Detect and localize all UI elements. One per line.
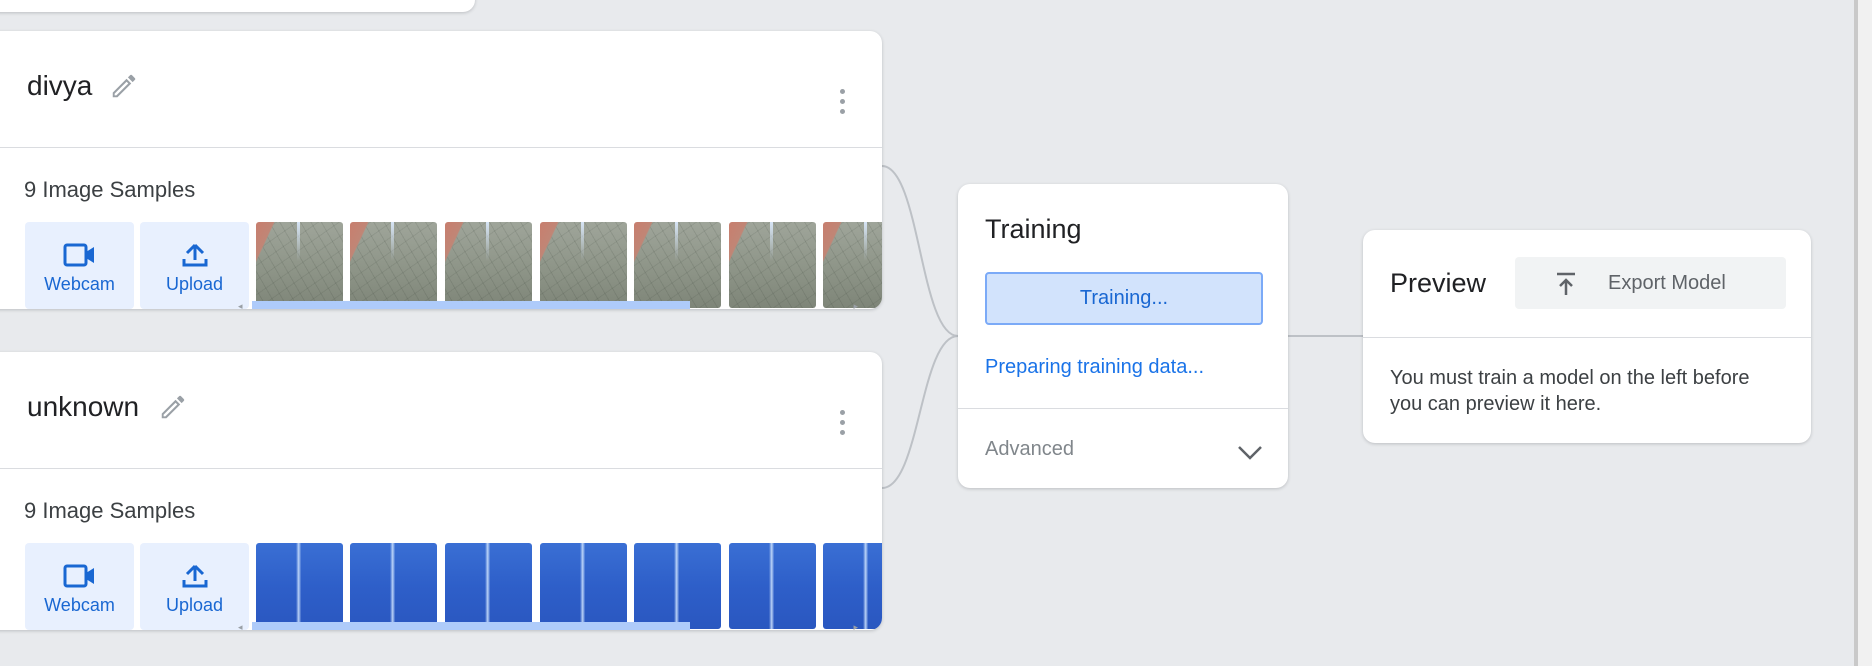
class-card-divya: divya 9 Image Samples Webcam Upload ◂ ▸ (0, 31, 882, 309)
page-scrollbar-track (1854, 0, 1858, 666)
upload-icon (182, 243, 207, 267)
webcam-button[interactable]: Webcam (25, 543, 134, 630)
chevron-down-icon[interactable] (1236, 442, 1264, 462)
upload-label: Upload (165, 595, 224, 615)
divider (1363, 337, 1811, 338)
upload-button[interactable]: Upload (140, 222, 249, 309)
edit-pencil-icon[interactable] (158, 392, 188, 422)
sample-thumbnail[interactable] (634, 543, 721, 629)
upload-label: Upload (165, 274, 224, 294)
upload-icon (182, 564, 207, 588)
webcam-icon (63, 564, 94, 588)
sample-thumbnail[interactable] (445, 222, 532, 308)
sample-thumbnail[interactable] (729, 222, 816, 308)
export-icon (1557, 272, 1575, 295)
sample-thumbnail[interactable] (540, 222, 627, 308)
webcam-button[interactable]: Webcam (25, 222, 134, 309)
sample-thumbnail[interactable] (256, 543, 343, 629)
samples-scrollbar[interactable]: ◂ ▸ (236, 621, 860, 630)
scroll-right-icon[interactable]: ▸ (853, 621, 858, 630)
preview-message: You must train a model on the left befor… (1390, 367, 1750, 415)
sample-thumbnail[interactable] (445, 543, 532, 629)
more-options-icon[interactable] (838, 89, 846, 123)
page-scrollbar[interactable] (1854, 0, 1872, 666)
edit-pencil-icon[interactable] (109, 71, 139, 101)
scroll-left-icon[interactable]: ◂ (238, 300, 243, 309)
sample-thumbnail[interactable] (350, 222, 437, 308)
webcam-label: Webcam (44, 274, 115, 294)
preview-card: Preview Export Model You must train a mo… (1363, 230, 1811, 443)
sample-thumbnail[interactable] (256, 222, 343, 308)
sample-thumbnail[interactable] (823, 543, 882, 629)
scroll-thumb[interactable] (252, 622, 690, 630)
upload-button[interactable]: Upload (140, 543, 249, 630)
class-card-header: divya (0, 31, 882, 148)
samples-count-label: 9 Image Samples (24, 498, 196, 523)
scroll-right-icon[interactable]: ▸ (853, 300, 858, 309)
webcam-label: Webcam (44, 595, 115, 615)
advanced-toggle-label[interactable]: Advanced (985, 438, 1074, 461)
webcam-icon (63, 243, 94, 267)
training-card: Training Training... Preparing training … (958, 184, 1288, 488)
training-title: Training (985, 214, 1082, 244)
sample-thumbnail[interactable] (634, 222, 721, 308)
preview-title: Preview (1390, 268, 1487, 298)
samples-scrollbar[interactable]: ◂ ▸ (236, 300, 860, 309)
scroll-left-icon[interactable]: ◂ (238, 621, 243, 630)
train-model-button[interactable]: Training... (985, 272, 1263, 325)
sample-thumbnail[interactable] (729, 543, 816, 629)
export-model-button[interactable]: Export Model (1515, 257, 1786, 309)
samples-count-label: 9 Image Samples (24, 177, 196, 202)
class-card-header: unknown (0, 352, 882, 469)
export-model-label: Export Model (1608, 272, 1726, 294)
divider (958, 408, 1288, 409)
class-card-unknown: unknown 9 Image Samples Webcam Upload ◂ … (0, 352, 882, 630)
training-status-text: Preparing training data... (985, 356, 1205, 378)
sample-thumbnail[interactable] (823, 222, 882, 308)
scroll-thumb[interactable] (252, 301, 690, 309)
sample-thumbnail[interactable] (540, 543, 627, 629)
sample-thumbnail[interactable] (350, 543, 437, 629)
more-options-icon[interactable] (838, 410, 846, 444)
class-name[interactable]: unknown (27, 391, 139, 423)
class-name[interactable]: divya (27, 70, 92, 102)
